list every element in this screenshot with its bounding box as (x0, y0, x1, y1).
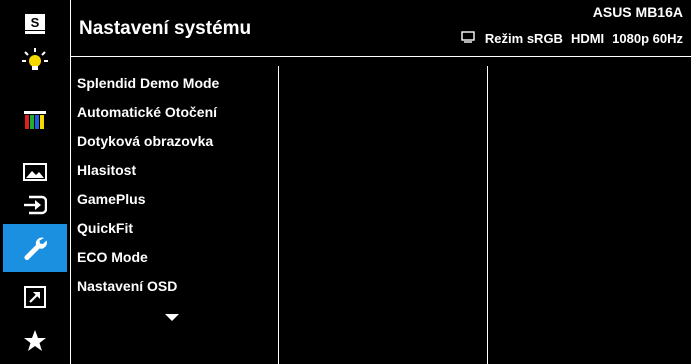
sidebar-item-blue-light[interactable] (3, 44, 67, 76)
sidebar: S (0, 0, 70, 364)
osd-window: S Nastavení systému ASUS MB16A Režim sRG… (0, 0, 691, 364)
menu-item-quickfit[interactable]: QuickFit (77, 214, 277, 243)
splendid-s-icon: S (25, 14, 45, 34)
sidebar-item-input[interactable] (3, 189, 67, 221)
sidebar-item-splendid[interactable]: S (3, 8, 67, 40)
shortcut-arrow-icon (24, 286, 46, 308)
scroll-down-arrow-icon[interactable] (165, 314, 179, 321)
sidebar-item-shortcut[interactable] (3, 281, 67, 313)
column-divider (487, 66, 488, 364)
color-mode-status: Režim sRGB (484, 31, 563, 46)
menu-item-osd-setup[interactable]: Nastavení OSD (77, 272, 277, 301)
status-bar: Režim sRGB HDMI 1080p 60Hz (461, 31, 683, 46)
menu-item-volume[interactable]: Hlasitost (77, 156, 277, 185)
menu-item-auto-rotation[interactable]: Automatické Otočení (77, 98, 277, 127)
star-icon (24, 330, 46, 351)
menu-item-touch-screen[interactable]: Dotyková obrazovka (77, 127, 277, 156)
image-icon (23, 163, 47, 181)
color-bars-icon (24, 111, 46, 129)
menu-list: Splendid Demo Mode Automatické Otočení D… (77, 69, 277, 301)
sidebar-item-favorite[interactable] (3, 325, 67, 357)
monitor-icon (461, 31, 475, 46)
menu-item-eco-mode[interactable]: ECO Mode (77, 243, 277, 272)
input-select-icon (24, 195, 47, 215)
svg-text:S: S (31, 15, 40, 30)
menu-item-gameplus[interactable]: GamePlus (77, 185, 277, 214)
sidebar-item-image[interactable] (3, 156, 67, 188)
blue-light-bulb-icon (22, 48, 48, 70)
menu-item-splendid-demo-mode[interactable]: Splendid Demo Mode (77, 69, 277, 98)
input-source-status: HDMI (570, 31, 605, 46)
page-title: Nastavení systému (79, 18, 252, 39)
osd-header: Nastavení systému ASUS MB16A Režim sRGB … (71, 0, 691, 56)
resolution-status: 1080p 60Hz (612, 31, 683, 46)
column-divider (278, 66, 279, 364)
menu-panel: Splendid Demo Mode Automatické Otočení D… (71, 57, 691, 364)
model-name: ASUS MB16A (592, 4, 683, 20)
sidebar-item-color[interactable] (3, 104, 67, 136)
sidebar-item-system-setup[interactable] (3, 224, 67, 272)
wrench-icon (24, 237, 47, 260)
